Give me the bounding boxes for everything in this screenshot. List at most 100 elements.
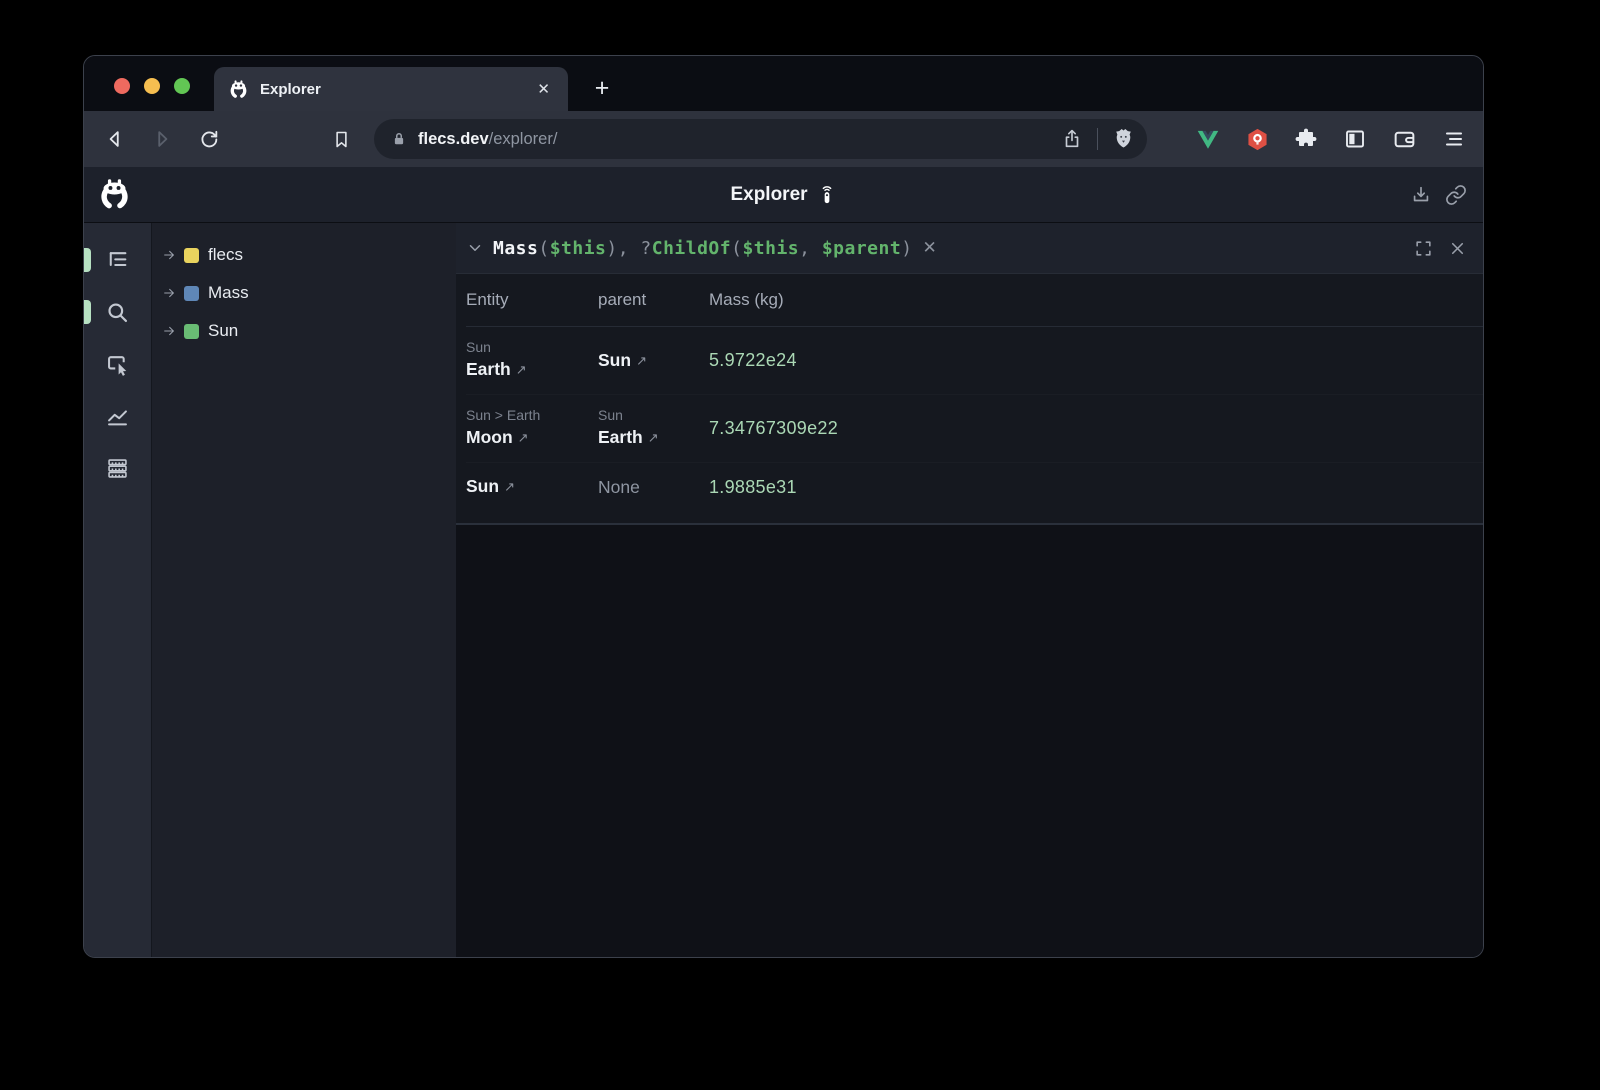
tab-close-icon[interactable]: ✕ — [533, 78, 554, 100]
query-bar: Mass($this), ?ChildOf($this, $parent) ✕ — [456, 223, 1483, 274]
table-row: Sun↗None1.9885e31 — [466, 463, 1483, 511]
active-indicator — [84, 300, 91, 324]
entity-link[interactable]: Earth ↗ — [466, 357, 598, 383]
tree-item[interactable]: Mass — [152, 274, 456, 312]
entity-cell: Sun↗ — [598, 348, 709, 374]
menu-icon[interactable] — [1440, 126, 1466, 152]
query-token: ? — [640, 238, 651, 259]
open-entity-arrow-icon[interactable]: ↗ — [516, 362, 527, 377]
column-header: parent — [598, 290, 709, 310]
mass-value: 5.9722e24 — [709, 350, 1483, 371]
query-token: ), — [606, 238, 640, 259]
none-value: None — [598, 475, 709, 499]
entity-link[interactable]: Earth ↗ — [598, 425, 709, 451]
entity-name: Earth — [598, 427, 643, 447]
new-tab-button[interactable]: + — [584, 70, 620, 106]
open-entity-arrow-icon[interactable]: ↗ — [518, 430, 529, 445]
tree-item-label: Sun — [208, 321, 238, 341]
expand-arrow-icon[interactable] — [162, 285, 178, 301]
url-path: /explorer/ — [489, 130, 558, 148]
query-token: ChildOf — [652, 238, 731, 259]
query-token: $parent — [822, 238, 901, 259]
tab-favicon-flecs-logo-icon — [228, 79, 249, 100]
address-bar[interactable]: flecs.dev/explorer/ — [374, 119, 1147, 159]
entity-path: Sun — [466, 338, 598, 357]
query-expression[interactable]: Mass($this), ?ChildOf($this, $parent) — [493, 238, 913, 259]
extension-icons — [1195, 126, 1466, 152]
url-domain: flecs.dev — [418, 130, 489, 148]
tree-item[interactable]: Sun — [152, 312, 456, 350]
results-header: EntityparentMass (kg) — [466, 274, 1483, 327]
chevron-down-icon[interactable] — [466, 239, 484, 257]
share-icon[interactable] — [1061, 128, 1083, 150]
tab-title: Explorer — [260, 81, 533, 98]
active-indicator — [84, 248, 91, 272]
browser-tab[interactable]: Explorer ✕ — [214, 67, 568, 111]
entity-cell: Sun Earth ↗ — [466, 338, 598, 383]
open-entity-arrow-icon[interactable]: ↗ — [648, 430, 659, 445]
remote-connection-icon[interactable] — [817, 185, 837, 205]
zoom-window-button[interactable] — [174, 78, 190, 94]
search-icon[interactable] — [103, 297, 133, 327]
forward-button[interactable] — [145, 122, 179, 156]
query-token: ( — [538, 238, 549, 259]
fullscreen-icon[interactable] — [1414, 239, 1433, 258]
lock-icon[interactable] — [390, 130, 408, 148]
query-token: , — [799, 238, 822, 259]
table-row: SunEarth↗Sun↗5.9722e24 — [466, 327, 1483, 395]
entity-cell: Sun Earth ↗ — [598, 406, 709, 451]
wallet-icon[interactable] — [1391, 126, 1417, 152]
desktop-background: { "browser": { "tab_title": "Explorer", … — [0, 0, 1600, 1090]
entity-name: Sun — [466, 476, 499, 496]
hexagon-extension-icon[interactable] — [1244, 126, 1270, 152]
reload-button[interactable] — [192, 122, 226, 156]
entity-path: Sun — [598, 406, 709, 425]
results-body: SunEarth↗Sun↗5.9722e24Sun > EarthMoon↗Su… — [466, 327, 1483, 511]
entity-name: Moon — [466, 427, 513, 447]
close-window-button[interactable] — [114, 78, 130, 94]
inspector-icon[interactable] — [103, 349, 133, 379]
statistics-icon[interactable] — [103, 401, 133, 431]
entity-cell: None — [598, 475, 709, 499]
bookmark-icon[interactable] — [324, 122, 358, 156]
browser-toolbar: flecs.dev/explorer/ — [84, 111, 1483, 167]
side-navigation — [84, 223, 152, 957]
tree-view-icon[interactable] — [103, 245, 133, 275]
entity-name: Earth — [466, 359, 511, 379]
entity-link[interactable]: Sun ↗ — [466, 474, 598, 500]
entity-link[interactable]: Moon ↗ — [466, 425, 598, 451]
entity-color-swatch — [184, 286, 199, 301]
close-panel-icon[interactable] — [1448, 239, 1467, 258]
expand-arrow-icon[interactable] — [162, 247, 178, 263]
memory-icon[interactable] — [103, 453, 133, 483]
expand-arrow-icon[interactable] — [162, 323, 178, 339]
app-header: Explorer — [84, 167, 1483, 223]
brave-shield-icon[interactable] — [1112, 128, 1135, 151]
tree-item[interactable]: flecs — [152, 236, 456, 274]
entity-color-swatch — [184, 248, 199, 263]
clear-query-icon[interactable]: ✕ — [923, 238, 937, 258]
canvas-background — [456, 525, 1483, 957]
entity-cell: Sun > Earth Moon ↗ — [466, 406, 598, 451]
back-button[interactable] — [98, 122, 132, 156]
traffic-lights — [114, 78, 190, 94]
column-header: Mass (kg) — [709, 290, 1483, 310]
divider — [1097, 128, 1098, 150]
entity-path: Sun > Earth — [466, 406, 598, 425]
page-title: Explorer — [730, 184, 807, 206]
minimize-window-button[interactable] — [144, 78, 160, 94]
copy-link-button[interactable] — [1445, 184, 1467, 206]
open-entity-arrow-icon[interactable]: ↗ — [636, 353, 647, 368]
query-token: Mass — [493, 238, 538, 259]
tree-item-label: Mass — [208, 283, 249, 303]
open-entity-arrow-icon[interactable]: ↗ — [504, 479, 515, 494]
content-area: flecsMassSun Mass($this), ?ChildOf($this… — [84, 223, 1483, 957]
entity-link[interactable]: Sun↗ — [598, 348, 709, 374]
tab-strip: Explorer ✕ + — [84, 56, 1483, 111]
vue-devtools-icon[interactable] — [1195, 126, 1221, 152]
table-row: Sun > EarthMoon↗SunEarth↗7.34767309e22 — [466, 395, 1483, 463]
query-token: ) — [901, 238, 912, 259]
puzzle-extensions-icon[interactable] — [1293, 126, 1319, 152]
sidebar-toggle-icon[interactable] — [1342, 126, 1368, 152]
download-button[interactable] — [1410, 184, 1432, 206]
